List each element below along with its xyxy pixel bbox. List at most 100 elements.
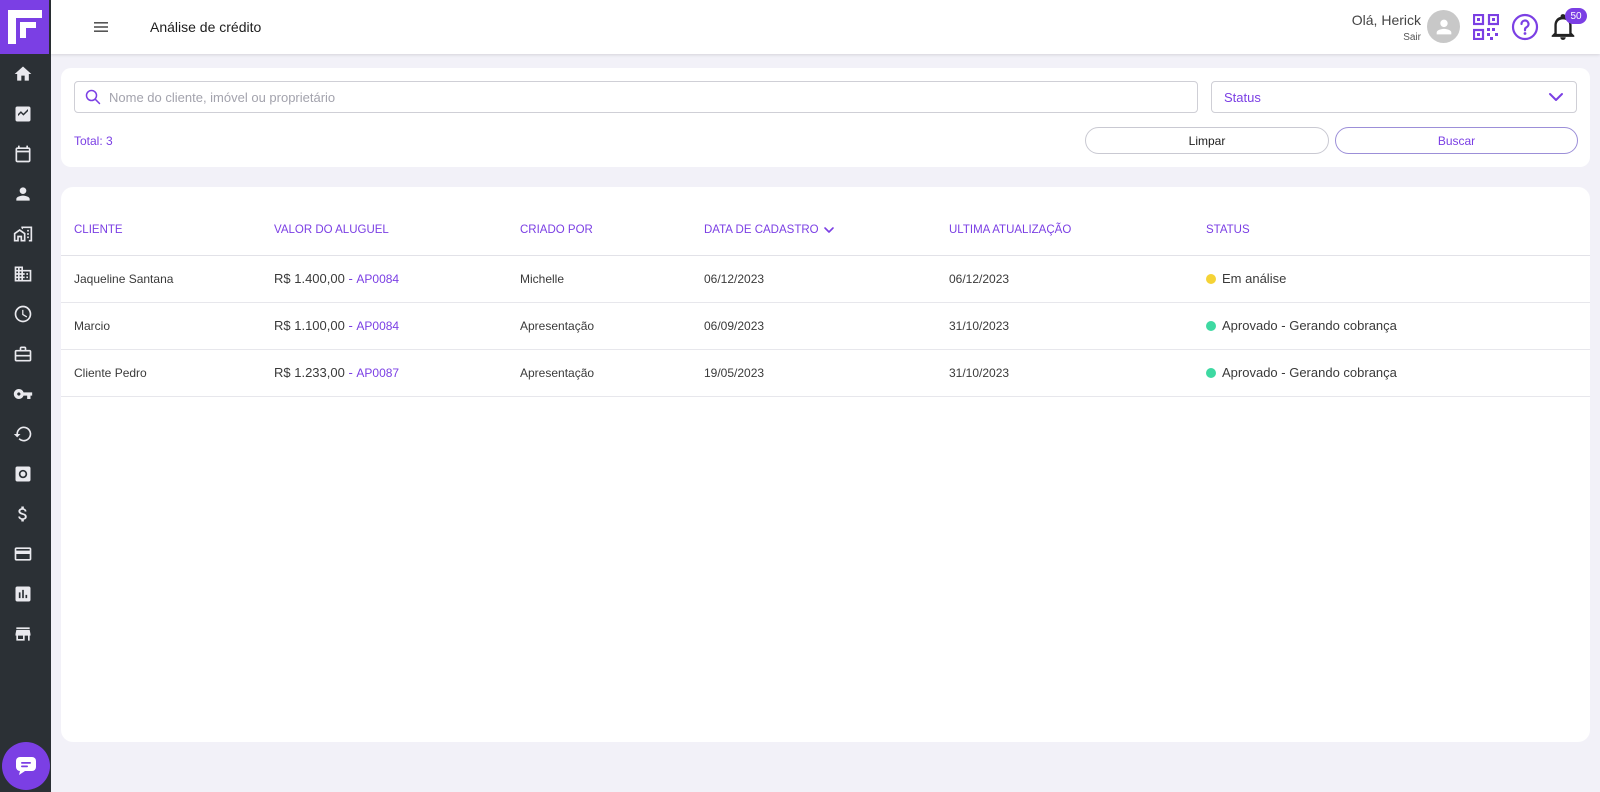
cell-valor-amount: R$ 1.233,00 bbox=[274, 365, 345, 380]
sidebar-item-renewals[interactable] bbox=[13, 424, 33, 444]
cell-valor-amount: R$ 1.100,00 bbox=[274, 318, 345, 333]
status-dot bbox=[1206, 320, 1216, 331]
qr-code-icon bbox=[1472, 13, 1500, 41]
cell-status: Aprovado - Gerando cobrança bbox=[1206, 365, 1397, 380]
sidebar-item-guarantees[interactable] bbox=[13, 464, 33, 484]
column-header-ultima-atualizacao[interactable]: ULTIMA ATUALIZAÇÃO bbox=[949, 224, 1071, 236]
cell-ultima-atualizacao: 31/10/2023 bbox=[949, 366, 1010, 380]
sidebar-item-business[interactable] bbox=[13, 344, 33, 364]
menu-toggle-button[interactable] bbox=[91, 17, 111, 37]
cell-valor-separator: - bbox=[344, 271, 357, 286]
key-icon bbox=[13, 389, 33, 399]
clock-icon bbox=[14, 305, 32, 323]
status-dropdown-label: Status bbox=[1224, 89, 1261, 105]
property-code-link[interactable]: AP0084 bbox=[356, 272, 399, 286]
house-buildings-icon bbox=[13, 226, 33, 242]
sidebar-item-reports[interactable] bbox=[13, 584, 33, 604]
sidebar-item-finance[interactable] bbox=[13, 504, 33, 524]
status-dropdown[interactable]: Status bbox=[1211, 81, 1577, 113]
search-button[interactable]: Buscar bbox=[1335, 127, 1578, 154]
filter-panel: Status Total: 3 Limpar Buscar bbox=[61, 68, 1590, 167]
cell-ultima-atualizacao: 31/10/2023 bbox=[949, 319, 1010, 333]
hamburger-icon bbox=[94, 22, 108, 32]
sidebar-item-home[interactable] bbox=[13, 64, 33, 84]
cell-valor: R$ 1.100,00 - AP0084 bbox=[274, 318, 399, 333]
qr-code-button[interactable] bbox=[1472, 13, 1500, 41]
table-row[interactable]: Jaqueline Santana R$ 1.400,00 - AP0084 M… bbox=[61, 256, 1590, 303]
search-field[interactable] bbox=[74, 81, 1198, 113]
person-icon bbox=[16, 187, 30, 201]
status-text: Em análise bbox=[1222, 271, 1287, 286]
brand-logo-icon bbox=[7, 10, 42, 44]
building-icon bbox=[14, 266, 32, 282]
status-dot bbox=[1206, 367, 1216, 378]
status-dot bbox=[1206, 273, 1216, 284]
user-greeting: Olá, Herick bbox=[1351, 12, 1421, 28]
sidebar-item-history[interactable] bbox=[13, 304, 33, 324]
column-header-criado-por[interactable]: CRIADO POR bbox=[520, 224, 593, 236]
credit-card-icon bbox=[14, 547, 32, 561]
help-circle-icon bbox=[1511, 13, 1539, 41]
cell-valor: R$ 1.233,00 - AP0087 bbox=[274, 365, 399, 380]
column-header-data-cadastro-label: DATA DE CADASTRO bbox=[704, 224, 819, 236]
sidebar-item-store[interactable] bbox=[13, 624, 33, 644]
calendar-icon bbox=[15, 145, 31, 163]
cell-status: Aprovado - Gerando cobrança bbox=[1206, 318, 1397, 333]
bar-chart-icon bbox=[15, 586, 31, 602]
clear-button[interactable]: Limpar bbox=[1085, 127, 1329, 154]
refresh-icon bbox=[13, 426, 32, 442]
cell-valor-amount: R$ 1.400,00 bbox=[274, 271, 345, 286]
table-row[interactable]: Cliente Pedro R$ 1.233,00 - AP0087 Apres… bbox=[61, 350, 1590, 397]
safe-icon bbox=[15, 466, 31, 482]
sidebar-item-buildings[interactable] bbox=[13, 264, 33, 284]
sidebar-item-payments[interactable] bbox=[13, 544, 33, 564]
sidebar-item-dashboard[interactable] bbox=[13, 104, 33, 124]
cell-cliente: Jaqueline Santana bbox=[74, 272, 174, 286]
status-text: Aprovado - Gerando cobrança bbox=[1222, 318, 1397, 333]
cell-valor-separator: - bbox=[344, 365, 357, 380]
cell-cliente: Cliente Pedro bbox=[74, 366, 147, 380]
search-icon bbox=[85, 89, 101, 105]
cell-criado-por: Apresentação bbox=[520, 366, 595, 380]
sort-desc-icon bbox=[823, 227, 834, 233]
briefcase-icon bbox=[14, 346, 32, 362]
search-input[interactable] bbox=[109, 89, 1166, 105]
store-icon bbox=[15, 627, 31, 641]
property-code-link[interactable]: AP0084 bbox=[356, 319, 399, 333]
app-logo[interactable] bbox=[0, 0, 49, 54]
chat-button[interactable] bbox=[2, 742, 50, 790]
sidebar-item-properties[interactable] bbox=[13, 224, 33, 244]
cell-data-cadastro: 06/09/2023 bbox=[704, 319, 765, 333]
logout-link[interactable]: Sair bbox=[1403, 32, 1421, 43]
page-title: Análise de crédito bbox=[150, 19, 262, 35]
home-icon bbox=[14, 66, 32, 81]
results-total: Total: 3 bbox=[74, 134, 113, 148]
sidebar-item-calendar[interactable] bbox=[13, 144, 33, 164]
cell-cliente: Marcio bbox=[74, 319, 111, 333]
table-header: CLIENTE VALOR DO ALUGUEL CRIADO POR DATA… bbox=[61, 187, 1590, 256]
help-button[interactable] bbox=[1511, 13, 1539, 41]
dollar-icon bbox=[18, 506, 27, 522]
cell-criado-por: Apresentação bbox=[520, 319, 595, 333]
chat-icon bbox=[16, 757, 36, 775]
sidebar-item-clients[interactable] bbox=[13, 184, 33, 204]
table-row[interactable]: Marcio R$ 1.100,00 - AP0084 Apresentação… bbox=[61, 303, 1590, 350]
cell-valor-separator: - bbox=[344, 318, 357, 333]
column-header-status[interactable]: STATUS bbox=[1206, 224, 1250, 236]
chevron-down-icon bbox=[1549, 93, 1563, 101]
cell-data-cadastro: 19/05/2023 bbox=[704, 366, 765, 380]
column-header-data-cadastro[interactable]: DATA DE CADASTRO bbox=[704, 224, 835, 236]
column-header-cliente[interactable]: CLIENTE bbox=[74, 224, 123, 236]
notification-count-badge: 50 bbox=[1565, 8, 1587, 24]
top-bar: Análise de crédito Olá, Herick Sair 50 bbox=[51, 0, 1600, 54]
results-table: CLIENTE VALOR DO ALUGUEL CRIADO POR DATA… bbox=[61, 187, 1590, 742]
property-code-link[interactable]: AP0087 bbox=[356, 366, 399, 380]
sidebar bbox=[0, 0, 51, 792]
cell-data-cadastro: 06/12/2023 bbox=[704, 272, 765, 286]
column-header-valor[interactable]: VALOR DO ALUGUEL bbox=[274, 224, 389, 236]
sidebar-item-keys[interactable] bbox=[13, 384, 33, 404]
cell-ultima-atualizacao: 06/12/2023 bbox=[949, 272, 1010, 286]
avatar[interactable] bbox=[1427, 10, 1460, 43]
cell-valor: R$ 1.400,00 - AP0084 bbox=[274, 271, 399, 286]
cell-criado-por: Michelle bbox=[520, 272, 565, 286]
